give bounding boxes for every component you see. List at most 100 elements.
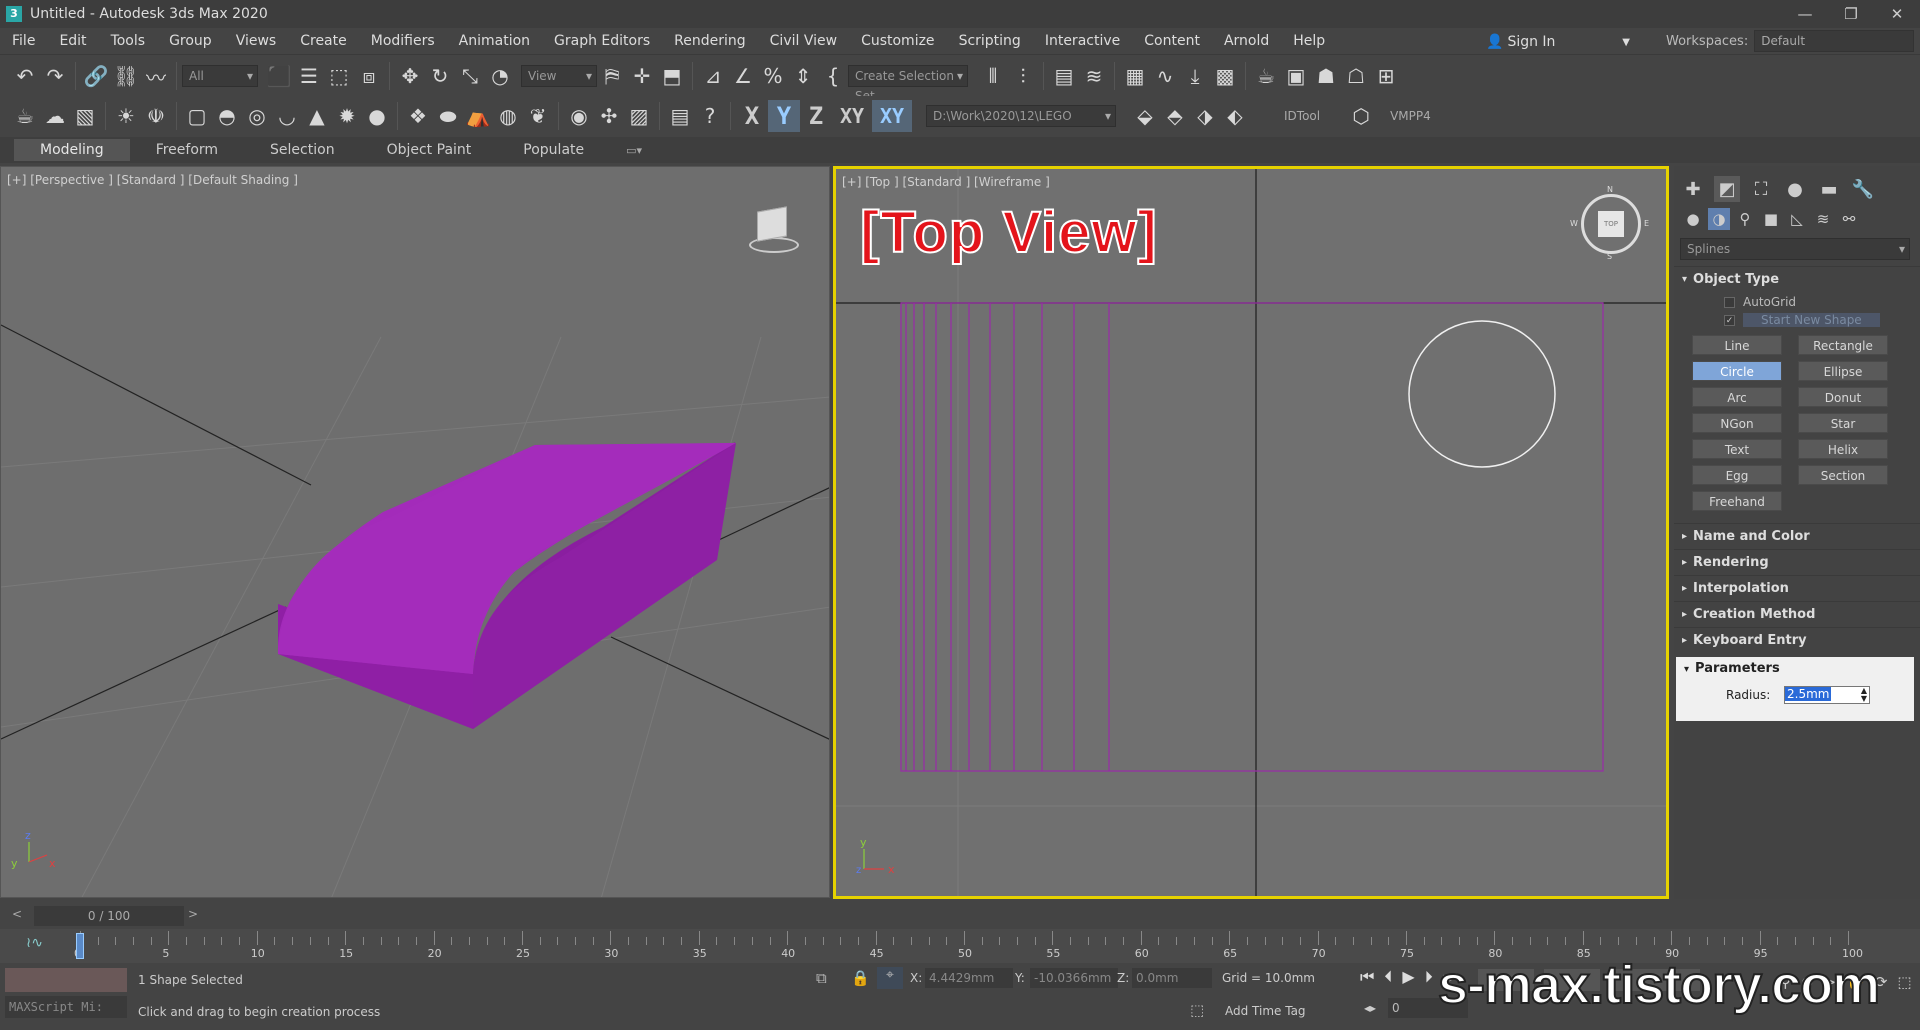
curve-editor-icon[interactable]: ∿ [1150, 61, 1180, 91]
render-setup-icon[interactable]: ☕ [1251, 61, 1281, 91]
menu-help[interactable]: Help [1281, 33, 1337, 49]
geometry-icon[interactable]: ● [1682, 208, 1704, 230]
named-selection-icon[interactable]: { [818, 61, 848, 91]
arc-button[interactable]: Arc [1692, 387, 1782, 407]
character-icon[interactable]: ☫ [141, 101, 171, 131]
image-viewer-icon[interactable]: ▧ [70, 101, 100, 131]
start-new-shape-row[interactable]: ✓ Start New Shape [1674, 309, 1920, 327]
menu-edit[interactable]: Edit [47, 33, 98, 49]
display-tab-icon[interactable]: ▬ [1816, 176, 1842, 202]
time-slider-thumb[interactable]: 0 / 100 [34, 906, 184, 926]
viewcube-compass-icon[interactable]: TOP N S E W [1570, 185, 1649, 261]
menu-customize[interactable]: Customize [849, 33, 947, 49]
radius-spinner[interactable]: 2.5mm ▲ ▼ [1784, 686, 1870, 704]
project-path-dropdown[interactable]: D:\Work\2020\12\LEGO [926, 105, 1116, 127]
menu-scripting[interactable]: Scripting [947, 33, 1033, 49]
window-crossing-icon[interactable]: ⧈ [354, 61, 384, 91]
material-editor-icon[interactable]: ▩ [1210, 61, 1240, 91]
rect-selection-icon[interactable]: ⬚ [324, 61, 354, 91]
lights-icon[interactable]: ⚲ [1734, 208, 1756, 230]
select-by-name-icon[interactable]: ☰ [294, 61, 324, 91]
tool-d-icon[interactable]: ⬖ [1220, 101, 1250, 131]
named-selection-set-dropdown[interactable]: Create Selection Set [848, 65, 968, 103]
radius-input[interactable]: 2.5mm [1785, 687, 1832, 701]
rectangle-button[interactable]: Rectangle [1798, 335, 1888, 355]
placement-icon[interactable]: ◔ [485, 61, 515, 91]
axis-xy-active-button[interactable]: XY [872, 100, 912, 132]
rollout-interpolation[interactable]: ▸ Interpolation [1674, 575, 1920, 601]
rendered-frame-window-icon[interactable]: ▣ [1281, 61, 1311, 91]
menu-create[interactable]: Create [288, 33, 359, 49]
snaps-toggle-icon[interactable]: ⊿ [698, 61, 728, 91]
egg-button[interactable]: Egg [1692, 465, 1782, 485]
tent-icon[interactable]: ⛺ [463, 101, 493, 131]
viewport-perspective[interactable]: y x z [+] [Perspective ] [Standard ] [De… [0, 166, 830, 898]
tab-object-paint[interactable]: Object Paint [361, 139, 498, 161]
lock-icon[interactable]: 🔒 [851, 969, 870, 987]
globe-icon[interactable]: ◍ [493, 101, 523, 131]
align-icon[interactable]: ⫶ [1008, 61, 1038, 91]
menu-file[interactable]: File [0, 33, 47, 49]
sphere-primitive-icon[interactable]: ● [362, 101, 392, 131]
bind-space-warp-icon[interactable]: 〰 [141, 61, 171, 91]
space-warps-icon[interactable]: ≋ [1812, 208, 1834, 230]
prev-frame-icon[interactable]: < [12, 907, 30, 925]
tab-selection[interactable]: Selection [244, 139, 361, 161]
restore-icon[interactable]: ❐ [1828, 0, 1874, 28]
axis-xy-button[interactable]: XY [832, 100, 872, 132]
helix-button[interactable]: Helix [1798, 439, 1888, 459]
help-circle-icon[interactable]: ? [695, 101, 725, 131]
select-manipulate-icon[interactable]: ✛ [627, 61, 657, 91]
render-image-icon[interactable]: ▨ [624, 101, 654, 131]
cloud-icon[interactable]: ☁ [40, 101, 70, 131]
motion-tab-icon[interactable]: ● [1782, 176, 1808, 202]
add-time-tag[interactable]: Add Time Tag [1225, 1004, 1306, 1018]
hex-icon[interactable]: ⬡ [1346, 101, 1376, 131]
maximize-viewport-icon[interactable]: ⬚ [1897, 973, 1911, 991]
go-to-start-icon[interactable]: ⏮ [1360, 967, 1374, 987]
menu-graph-editors[interactable]: Graph Editors [542, 33, 662, 49]
sign-in-button[interactable]: 👤 Sign In ▼ [1486, 30, 1630, 54]
next-frame-icon[interactable]: > [188, 907, 206, 925]
viewcube-icon[interactable] [741, 203, 799, 259]
key-mode-icon[interactable]: ◂▸ [1364, 1001, 1376, 1015]
start-new-shape-checkbox[interactable]: ✓ [1724, 314, 1735, 326]
autogrid-checkbox[interactable] [1724, 296, 1735, 308]
dome-primitive-icon[interactable]: ◓ [212, 101, 242, 131]
rollout-object-type[interactable]: ▾ Object Type [1674, 266, 1920, 292]
rollout-parameters-title[interactable]: ▾ Parameters [1676, 657, 1914, 680]
systems-icon[interactable]: ⚯ [1838, 208, 1860, 230]
donut-button[interactable]: Donut [1798, 387, 1888, 407]
menu-rendering[interactable]: Rendering [662, 33, 758, 49]
viewport-label-perspective[interactable]: [+] [Perspective ] [Standard ] [Default … [7, 173, 298, 187]
render-iterative-icon[interactable]: ☖ [1341, 61, 1371, 91]
x-coordinate-field[interactable]: 4.4429mm [925, 968, 1013, 988]
scale-icon[interactable]: ⤡ [455, 61, 485, 91]
tool-c-icon[interactable]: ⬗ [1190, 101, 1220, 131]
rotate-icon[interactable]: ↻ [425, 61, 455, 91]
start-new-shape-button[interactable]: Start New Shape [1743, 313, 1880, 327]
menu-tools[interactable]: Tools [99, 33, 158, 49]
light-lister-icon[interactable]: ☀ [111, 101, 141, 131]
tool-a-icon[interactable]: ⬙ [1130, 101, 1160, 131]
redo-icon[interactable]: ↷ [40, 61, 70, 91]
helpers-icon[interactable]: ◺ [1786, 208, 1808, 230]
rollout-creation-method[interactable]: ▸ Creation Method [1674, 601, 1920, 627]
absolute-mode-icon[interactable]: ⌖ [877, 967, 903, 989]
axis-x-button[interactable]: X [736, 100, 768, 132]
render-production-icon[interactable]: ☗ [1311, 61, 1341, 91]
rollout-rendering[interactable]: ▸ Rendering [1674, 549, 1920, 575]
tab-populate[interactable]: Populate [497, 139, 610, 161]
ellipse-button[interactable]: Ellipse [1798, 361, 1888, 381]
schematic-view-icon[interactable]: ⤓ [1180, 61, 1210, 91]
menu-views[interactable]: Views [224, 33, 289, 49]
tab-modeling[interactable]: Modeling [14, 139, 130, 161]
star-button[interactable]: Star [1798, 413, 1888, 433]
selection-filter-dropdown[interactable]: All [182, 65, 258, 87]
close-icon[interactable]: ✕ [1874, 0, 1920, 28]
spinner-arrows-icon[interactable]: ▲ ▼ [1861, 687, 1867, 703]
hierarchy-tab-icon[interactable]: ⛶ [1748, 176, 1774, 202]
workspaces-dropdown[interactable]: Default [1754, 30, 1915, 52]
menu-animation[interactable]: Animation [447, 33, 542, 49]
ribbon-options-icon[interactable]: ▭▾ [626, 144, 642, 157]
